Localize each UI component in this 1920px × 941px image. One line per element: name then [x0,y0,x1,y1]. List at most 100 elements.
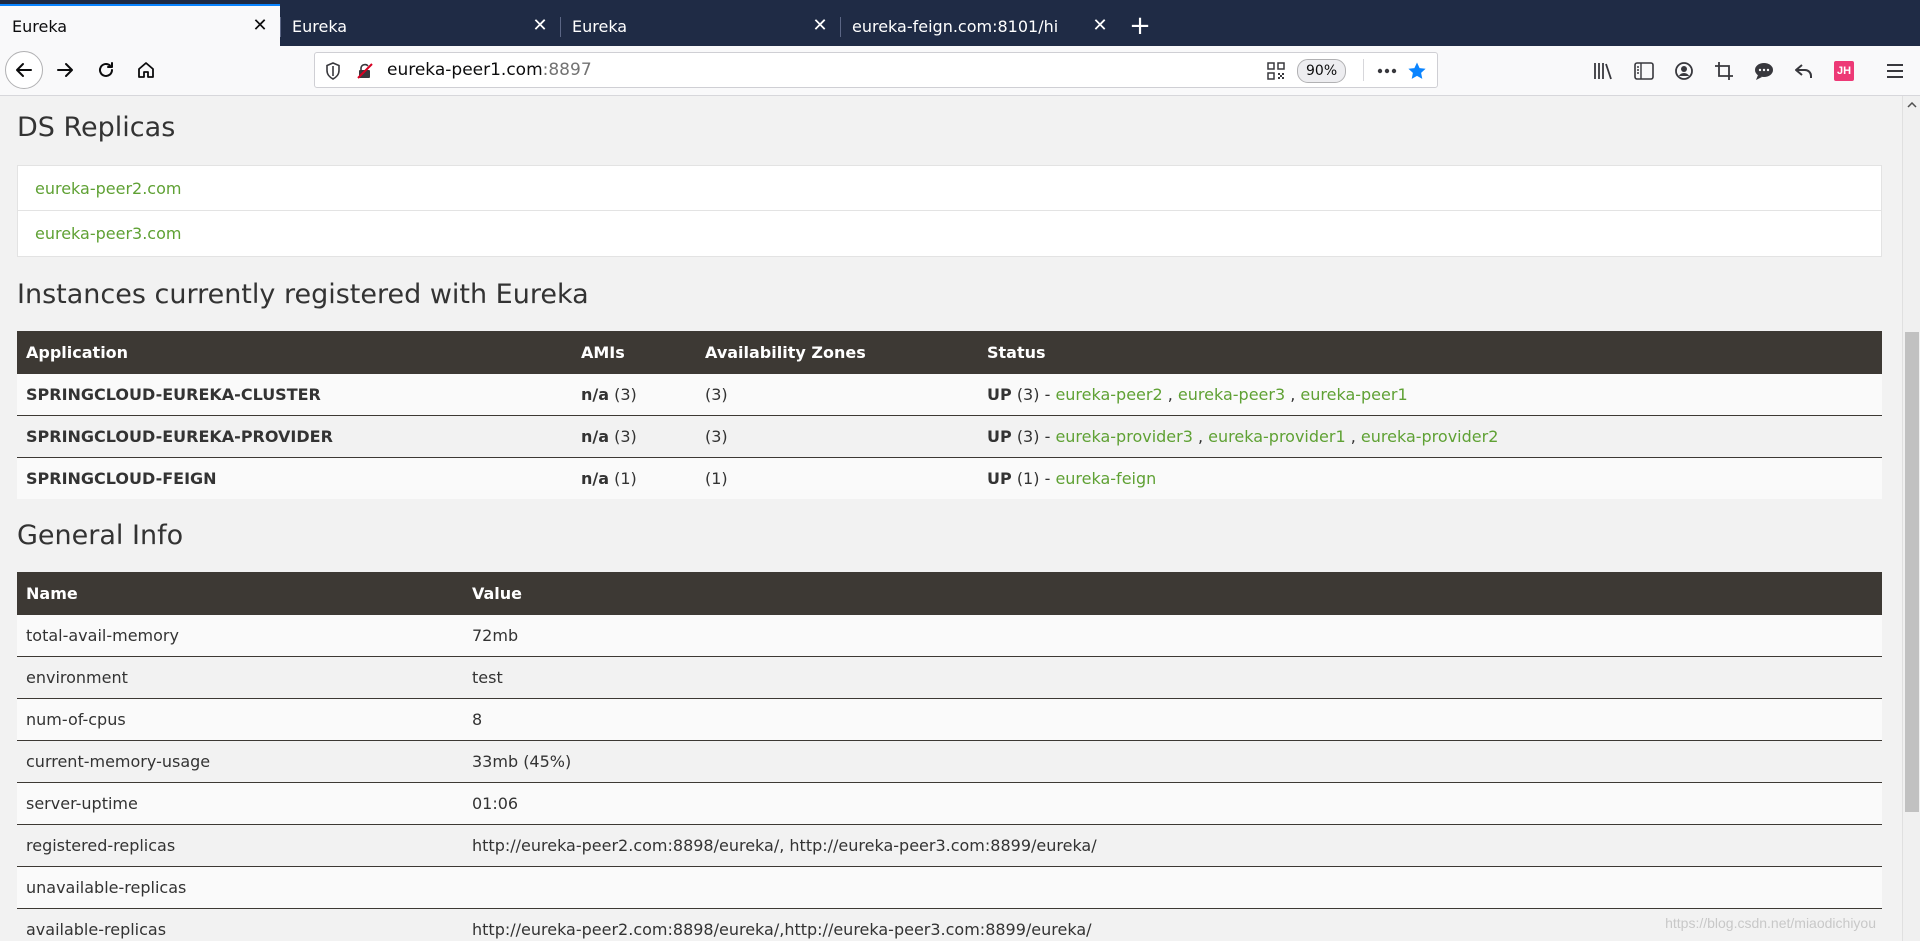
table-row: SPRINGCLOUD-EUREKA-CLUSTER n/a (3) (3) U… [17,373,1882,416]
column-header: Application [17,331,572,374]
amis-count: (3) [614,385,637,404]
status-badge: UP [987,427,1012,446]
info-name: num-of-cpus [17,698,463,741]
undo-arrow-icon[interactable] [1793,60,1815,82]
instance-link[interactable]: eureka-feign [1055,469,1156,488]
info-value: 01:06 [463,782,1882,825]
tab-eureka-2[interactable]: Eureka ✕ [280,6,560,46]
home-button[interactable] [129,53,163,87]
instance-link[interactable]: eureka-provider1 [1208,427,1345,446]
amis-cell: n/a (3) [572,415,696,458]
tab-strip: Eureka ✕ Eureka ✕ Eureka ✕ eureka-feign.… [0,0,1920,46]
new-tab-button[interactable]: + [1120,6,1160,46]
sidebar-icon[interactable] [1633,60,1655,82]
amis-count: (1) [614,469,637,488]
instances-table: Application AMIs Availability Zones Stat… [17,331,1882,499]
shield-icon[interactable] [323,61,343,81]
page-scrollbar[interactable] [1902,96,1920,941]
ds-replicas-list: eureka-peer2.com eureka-peer3.com [17,165,1882,257]
screenshot-crop-icon[interactable] [1713,60,1735,82]
library-icon[interactable] [1593,60,1615,82]
list-item: eureka-peer3.com [18,211,1881,256]
forward-button[interactable] [48,53,82,87]
instances-heading: Instances currently registered with Eure… [17,279,589,310]
table-row: environment test [17,656,1882,699]
forward-arrow-icon [57,63,73,77]
status-count: (3) - [1016,385,1051,404]
info-value: 8 [463,698,1882,741]
tab-title: Eureka [292,16,348,36]
table-header-row: Name Value [17,572,1882,615]
url-bar[interactable]: eureka-peer1.com:8897 90% [314,52,1438,88]
info-value [463,866,1882,909]
info-value: http://eureka-peer2.com:8898/eureka/, ht… [463,824,1882,867]
close-icon[interactable]: ✕ [252,17,268,35]
instance-link[interactable]: eureka-peer1 [1300,385,1407,404]
amis-label: n/a [581,469,610,488]
zoom-level-button[interactable]: 90% [1297,59,1347,83]
zones-cell: (3) [696,415,978,458]
info-name: current-memory-usage [17,740,463,783]
close-icon[interactable]: ✕ [812,17,828,35]
info-value: test [463,656,1882,699]
amis-label: n/a [581,427,610,446]
table-header-row: Application AMIs Availability Zones Stat… [17,331,1882,374]
back-arrow-icon [16,63,32,77]
account-icon[interactable] [1673,60,1695,82]
tab-eureka-3[interactable]: Eureka ✕ [560,6,840,46]
table-row: server-uptime 01:06 [17,782,1882,825]
bookmark-star-icon[interactable] [1407,61,1427,81]
general-info-heading: General Info [17,520,184,551]
close-icon[interactable]: ✕ [1092,17,1108,35]
replica-link[interactable]: eureka-peer3.com [35,224,181,243]
amis-cell: n/a (3) [572,373,696,416]
replica-link[interactable]: eureka-peer2.com [35,179,181,198]
info-name: server-uptime [17,782,463,825]
info-name: total-avail-memory [17,614,463,657]
chat-bubble-icon[interactable] [1753,60,1775,82]
url-port: :8897 [542,60,592,80]
table-row: SPRINGCLOUD-FEIGN n/a (1) (1) UP (1) - e… [17,457,1882,499]
list-item: eureka-peer2.com [18,166,1881,211]
info-name: unavailable-replicas [17,866,463,909]
zones-cell: (3) [696,373,978,416]
instance-link[interactable]: eureka-provider2 [1361,427,1498,446]
reload-icon [99,62,113,77]
back-button[interactable] [5,51,43,89]
tab-title: eureka-feign.com:8101/hi [852,16,1059,36]
amis-count: (3) [614,427,637,446]
insecure-lock-icon[interactable] [355,61,375,81]
status-count: (3) - [1016,427,1051,446]
home-icon [138,62,154,78]
amis-label: n/a [581,385,610,404]
column-header: Status [978,331,1882,374]
profile-avatar-button[interactable]: JH [1833,60,1855,82]
scroll-up-arrow-icon[interactable] [1903,96,1920,114]
menu-hamburger-icon[interactable] [1884,60,1906,82]
tab-eureka-feign[interactable]: eureka-feign.com:8101/hi ✕ [840,6,1120,46]
status-cell: UP (3) - eureka-provider3 , eureka-provi… [978,415,1882,458]
table-row: registered-replicas http://eureka-peer2.c… [17,824,1882,867]
table-row: SPRINGCLOUD-EUREKA-PROVIDER n/a (3) (3) … [17,415,1882,458]
instance-link[interactable]: eureka-peer3 [1178,385,1285,404]
status-badge: UP [987,469,1012,488]
column-header: Value [463,572,1882,615]
instance-link[interactable]: eureka-provider3 [1055,427,1192,446]
url-text[interactable]: eureka-peer1.com:8897 [387,53,592,87]
instance-link[interactable]: eureka-peer2 [1055,385,1162,404]
tab-eureka-1[interactable]: Eureka ✕ [0,4,280,46]
scrollbar-thumb[interactable] [1905,332,1919,812]
reload-button[interactable] [89,53,123,87]
page-actions-icon[interactable] [1377,61,1397,81]
ds-replicas-heading: DS Replicas [17,112,176,143]
table-row: current-memory-usage 33mb (45%) [17,740,1882,783]
page-content: DS Replicas eureka-peer2.com eureka-peer… [0,96,1902,941]
column-header: Name [17,572,463,615]
application-cell: SPRINGCLOUD-FEIGN [17,457,572,499]
status-cell: UP (3) - eureka-peer2 , eureka-peer3 , e… [978,373,1882,416]
close-icon[interactable]: ✕ [532,17,548,35]
qr-code-icon[interactable] [1266,61,1286,81]
nav-toolbar: eureka-peer1.com:8897 90% JH [0,46,1920,96]
table-row: available-replicas http://eureka-peer2.co… [17,908,1882,941]
general-info-table: Name Value total-avail-memory 72mb enviro… [17,572,1882,941]
